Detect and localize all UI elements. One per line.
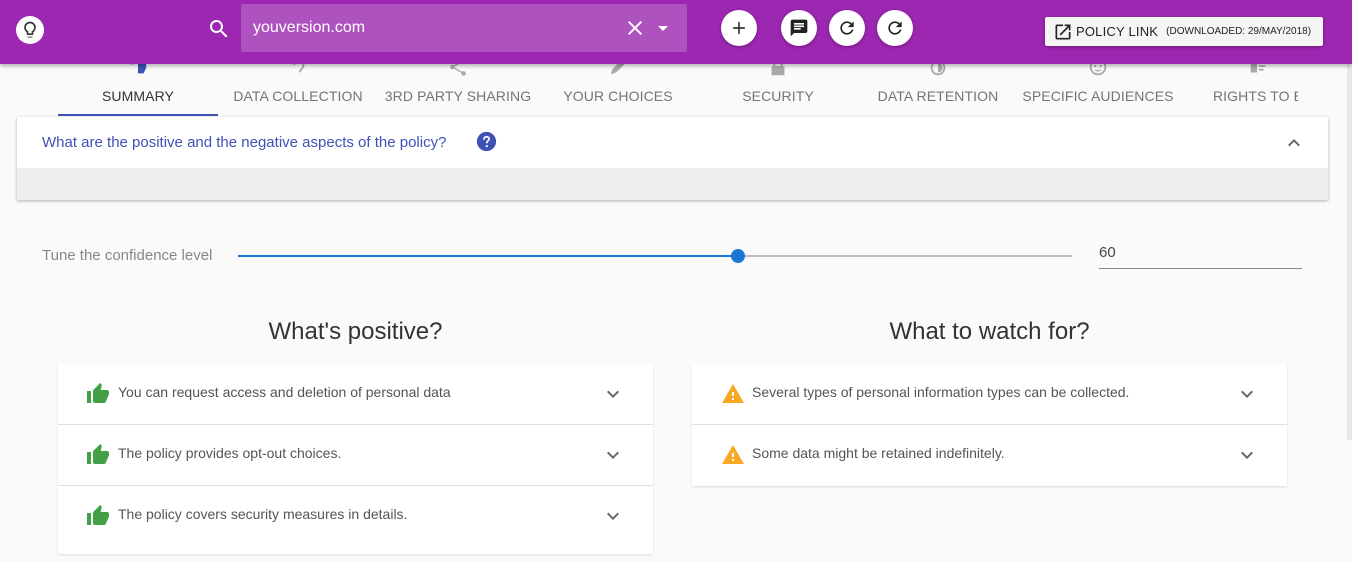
face-icon [1089,64,1107,76]
lightbulb-icon[interactable] [16,16,44,44]
dropdown-arrow-icon[interactable] [651,16,675,40]
active-tab-indicator [58,114,218,116]
thumb-up-icon [87,444,109,464]
tab-summary[interactable]: SUMMARY [58,64,218,116]
search-box [241,4,687,52]
app-bar: POLICY LINK (DOWNLOADED: 29/MAY/2018) [0,0,1352,64]
confidence-label: Tune the confidence level [42,247,213,264]
thumbs-icon [129,64,147,74]
aspects-panel: What are the positive and the negative a… [17,117,1328,200]
positive-title: What's positive? [268,318,443,345]
chevron-down-icon[interactable] [1235,443,1259,467]
plus-icon [733,22,745,34]
confidence-field [1099,238,1302,269]
positive-list: You can request access and deletion of p… [58,364,653,554]
refresh-icon [840,21,854,35]
open-in-new-icon [1055,24,1071,39]
comment-icon [790,19,808,37]
chevron-down-icon[interactable] [601,443,625,467]
policy-download-date: (DOWNLOADED: 29/MAY/2018) [1166,26,1312,37]
list-icon [1250,64,1266,73]
warning-icon [722,384,744,403]
tab-label: DATA RETENTION [877,88,999,104]
chevron-down-icon[interactable] [601,382,625,406]
watch-item[interactable]: Some data might be retained indefinitely… [692,425,1287,486]
tab-3rd-party-sharing[interactable]: 3RD PARTY SHARING [378,64,538,116]
slider-thumb[interactable] [731,249,745,263]
watch-title: What to watch for? [889,318,1090,345]
tab-label: 3RD PARTY SHARING [384,88,532,104]
policy-link-label: POLICY LINK [1076,24,1159,39]
clear-icon[interactable] [623,16,647,40]
thumb-up-icon [87,383,109,403]
scrollbar[interactable] [1347,40,1352,440]
tab-label: YOUR CHOICES [563,88,673,104]
watch-list: Several types of personal information ty… [692,364,1287,486]
panel-body [17,168,1328,200]
search-input[interactable] [241,4,611,52]
watch-item-text: Some data might be retained indefinitely… [752,445,1005,461]
positive-item-text: The policy covers security measures in d… [118,506,408,522]
thumb-up-icon [87,505,109,525]
policy-link-button[interactable]: POLICY LINK (DOWNLOADED: 29/MAY/2018) [1045,17,1323,46]
warning-icon [722,445,744,464]
share-icon [450,64,466,76]
add-button[interactable] [721,10,757,46]
panel-question[interactable]: What are the positive and the negative a… [42,134,446,151]
reload-icon [888,21,902,35]
tab-your-choices[interactable]: YOUR CHOICES [538,64,698,116]
positive-item-text: You can request access and deletion of p… [118,384,451,400]
feedback-button[interactable] [781,10,817,46]
ear-icon [293,64,305,73]
positive-item[interactable]: The policy covers security measures in d… [58,486,653,547]
tab-data-retention[interactable]: DATA RETENTION [858,64,1018,116]
slider-track [238,255,738,257]
watch-item[interactable]: Several types of personal information ty… [692,364,1287,425]
confidence-slider[interactable] [238,247,1072,265]
positive-item[interactable]: The policy provides opt-out choices. [58,425,653,486]
positive-item-text: The policy provides opt-out choices. [118,445,342,461]
section-tabs: SUMMARY DATA COLLECTION 3RD PARTY SHARIN… [58,64,1298,118]
chevron-down-icon[interactable] [601,504,625,528]
lock-icon [771,64,785,76]
refresh-button[interactable] [829,10,865,46]
tab-label: SUMMARY [101,88,174,104]
chevron-up-icon[interactable] [1282,131,1306,155]
confidence-input[interactable] [1099,238,1302,266]
tab-security[interactable]: SECURITY [698,64,858,116]
chevron-down-icon[interactable] [1235,382,1259,406]
tab-rights-to-edit[interactable]: RIGHTS TO E [1178,64,1298,116]
tab-specific-audiences[interactable]: SPECIFIC AUDIENCES [1018,64,1178,116]
help-icon[interactable] [476,131,497,152]
tab-label: RIGHTS TO E [1212,88,1298,104]
search-icon[interactable] [207,17,231,41]
tab-label: SECURITY [742,88,814,104]
tab-data-collection[interactable]: DATA COLLECTION [218,64,378,116]
tab-label: DATA COLLECTION [233,88,363,104]
tab-label: SPECIFIC AUDIENCES [1022,88,1174,104]
watch-item-text: Several types of personal information ty… [752,384,1130,400]
positive-item[interactable]: You can request access and deletion of p… [58,364,653,425]
timer-icon [930,64,946,76]
reload-button[interactable] [877,10,913,46]
pencil-icon [610,64,625,75]
